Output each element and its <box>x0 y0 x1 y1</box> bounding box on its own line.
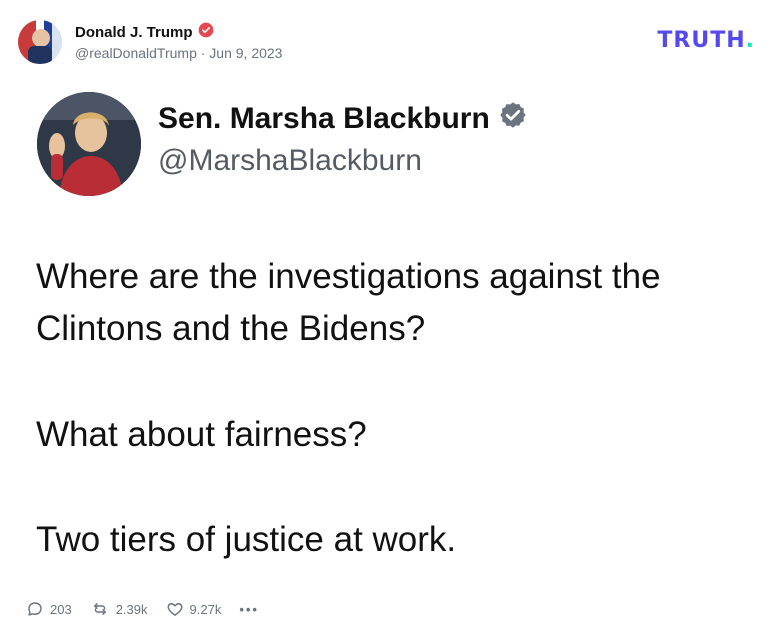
quoted-author-avatar <box>37 92 141 196</box>
truth-logo: TRUTH. <box>657 28 755 53</box>
verified-badge-icon <box>198 22 214 42</box>
quoted-post-image[interactable]: Sen. Marsha Blackburn @MarshaBlackburn W… <box>0 80 777 585</box>
quoted-author-name: Sen. Marsha Blackburn <box>158 100 528 138</box>
reply-count: 203 <box>50 601 72 617</box>
post-actions: 203 2.39k 9.27k ••• <box>26 600 277 618</box>
quoted-author-name-text: Sen. Marsha Blackburn <box>158 102 490 135</box>
reply-icon <box>26 600 44 618</box>
quoted-paragraph-3: Two tiers of justice at work. <box>36 520 457 559</box>
quoted-verified-badge-icon <box>498 100 528 138</box>
retruth-count: 2.39k <box>115 601 148 617</box>
retruth-icon <box>90 600 110 618</box>
retruth-button[interactable]: 2.39k <box>90 600 148 618</box>
quoted-paragraph-2: What about fairness? <box>36 415 367 454</box>
author-meta: @realDonaldTrump · Jun 9, 2023 <box>75 45 283 61</box>
quoted-paragraph-1: Where are the investigations against the… <box>36 257 661 348</box>
more-options-icon: ••• <box>239 601 259 617</box>
author-avatar[interactable] <box>18 20 62 64</box>
reply-button[interactable]: 203 <box>26 600 72 618</box>
like-count: 9.27k <box>189 601 222 617</box>
quoted-author-handle: @MarshaBlackburn <box>158 144 422 177</box>
truth-logo-text: TRUTH <box>657 28 746 53</box>
more-options-button[interactable]: ••• <box>239 602 259 617</box>
like-button[interactable]: 9.27k <box>166 600 222 618</box>
truth-logo-dot: . <box>745 28 755 53</box>
heart-icon <box>166 600 184 618</box>
author-name[interactable]: Donald J. Trump <box>75 22 214 42</box>
author-name-text[interactable]: Donald J. Trump <box>75 24 193 41</box>
